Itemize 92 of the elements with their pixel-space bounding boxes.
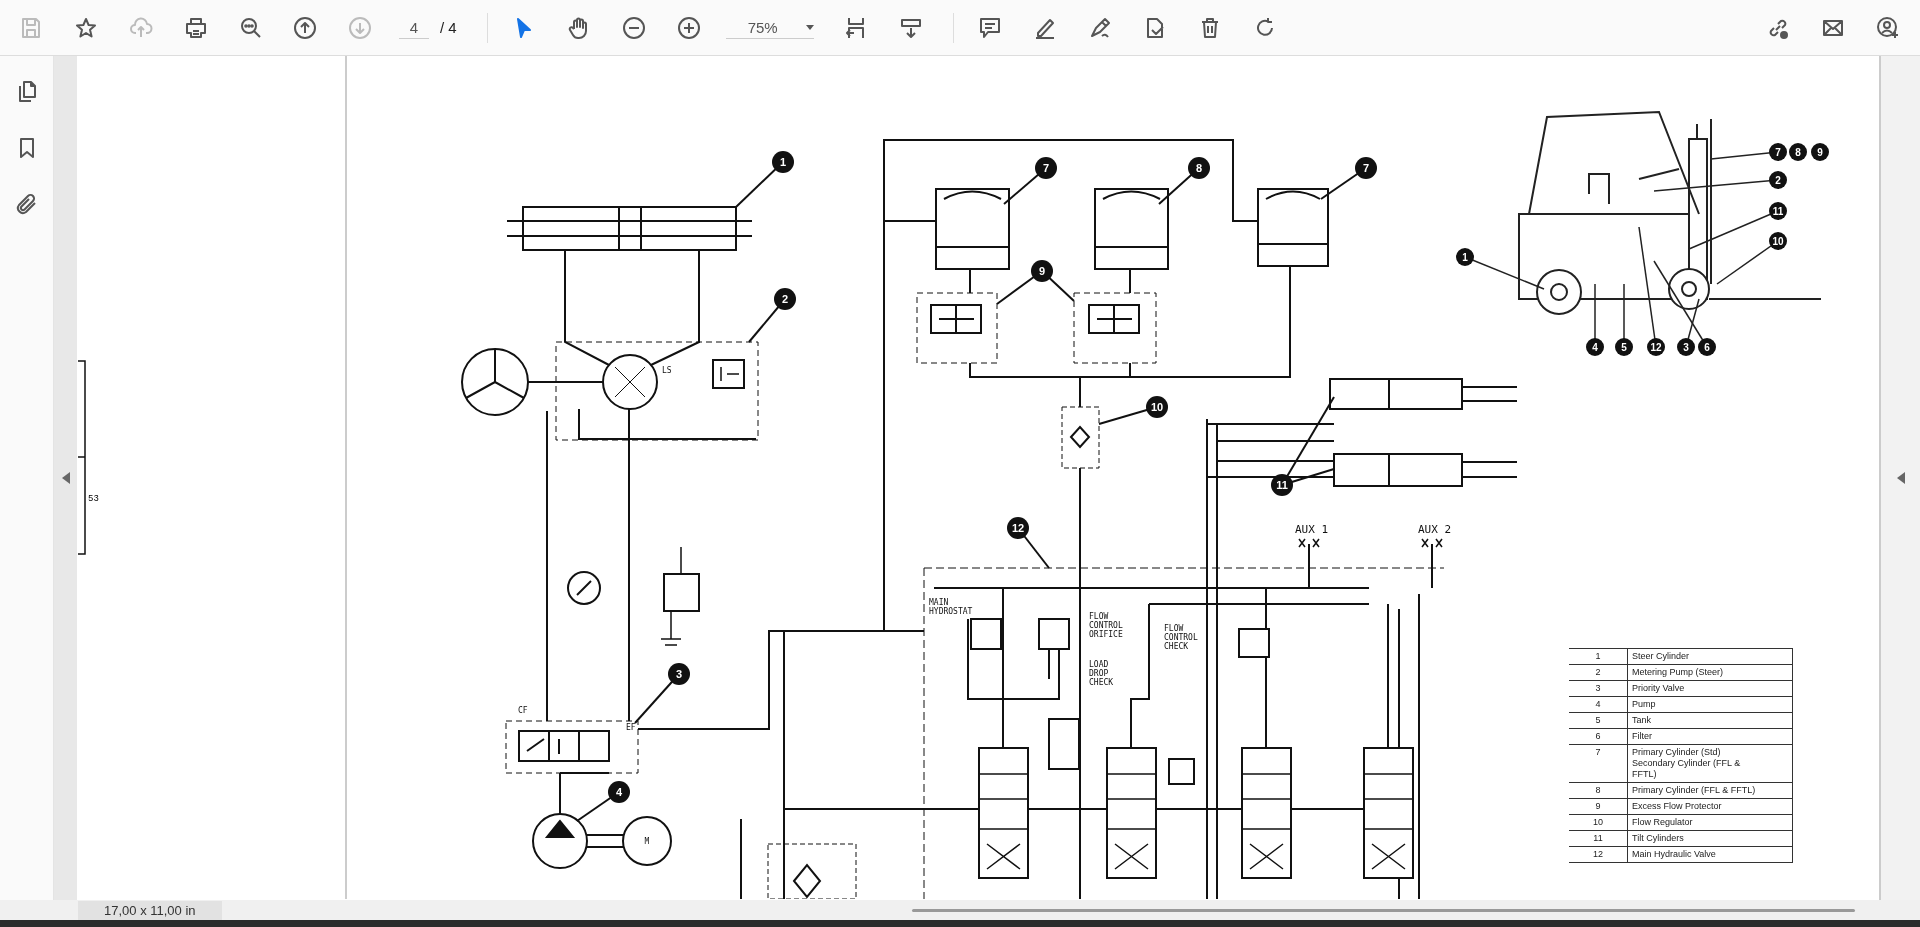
legend-number: 4 — [1569, 696, 1628, 713]
pressure-gauge-symbol — [567, 571, 601, 605]
legend-number: 11 — [1569, 830, 1628, 847]
printer-icon[interactable] — [184, 15, 208, 40]
add-user-icon[interactable] — [1876, 15, 1900, 40]
steering-wheel — [461, 348, 529, 416]
legend-number: 2 — [1569, 664, 1628, 681]
dashed-boundary — [1061, 406, 1100, 469]
callout-marker: 3 — [1677, 338, 1695, 356]
schematic-label: CF — [518, 706, 528, 715]
schematic-label: EF — [626, 723, 636, 732]
callout-marker: 12 — [1647, 338, 1665, 356]
zoom-out-icon[interactable] — [621, 15, 646, 40]
legend-description: Primary Cylinder (Std) Secondary Cylinder (FFL & FFTL) — [1627, 744, 1793, 783]
legend-number: 8 — [1569, 782, 1628, 799]
legend-description: Flow Regulator — [1627, 814, 1793, 831]
schematic-label: LS — [662, 366, 672, 375]
collapse-arrow-icon[interactable] — [61, 472, 70, 484]
valve-symbol — [1088, 304, 1140, 334]
valve-symbol — [1238, 628, 1270, 658]
schematic-label: AUX 1 — [1295, 523, 1329, 536]
caret-icon[interactable] — [805, 24, 814, 30]
page-number-field[interactable]: 4 — [399, 16, 429, 39]
pump-symbol — [532, 813, 588, 869]
up-arrow-circle-icon[interactable] — [293, 15, 317, 40]
schematic-label: FLOW CONTROL ORIFICE — [1089, 612, 1123, 639]
legend-description: Steer Cylinder — [1627, 648, 1793, 665]
callout-marker: 11 — [1271, 474, 1293, 496]
schematic-label: MAIN HYDROSTAT — [929, 598, 973, 616]
zoom-in-icon[interactable] — [676, 15, 701, 40]
valve-symbol — [930, 304, 982, 334]
callout-marker: 11 — [1769, 202, 1787, 220]
callout-marker: 5 — [1615, 338, 1633, 356]
comment-icon[interactable] — [977, 15, 1002, 40]
paperclip-icon[interactable] — [14, 192, 39, 216]
metering-pump-symbol — [602, 354, 658, 410]
callout-marker: 12 — [1007, 517, 1029, 539]
callout-marker: 9 — [1811, 143, 1829, 161]
port-marker — [1421, 538, 1443, 548]
callout-marker: 1 — [772, 151, 794, 173]
flow-regulator-symbol — [1069, 425, 1091, 449]
callout-marker: 1 — [1456, 248, 1474, 266]
callout-marker: 4 — [1586, 338, 1604, 356]
valve-symbol — [970, 618, 1002, 650]
callout-marker: 10 — [1769, 232, 1787, 250]
callout-marker: 10 — [1146, 396, 1168, 418]
vertical-scrollbar[interactable] — [1879, 56, 1920, 900]
legend-number: 9 — [1569, 798, 1628, 815]
star-icon[interactable] — [74, 15, 98, 40]
legend-number: 12 — [1569, 846, 1628, 863]
margin-page-number: 53 — [88, 494, 99, 504]
callout-marker: 2 — [1769, 171, 1787, 189]
callout-marker: 7 — [1035, 157, 1057, 179]
callout-marker: 3 — [668, 663, 690, 685]
callout-marker: 2 — [774, 288, 796, 310]
legend-description: Filter — [1627, 728, 1793, 745]
legend-description: Tank — [1627, 712, 1793, 729]
callout-marker: 7 — [1769, 143, 1787, 161]
callout-marker: 7 — [1355, 157, 1377, 179]
schematic-label: M — [644, 836, 650, 846]
valve-symbol — [1168, 758, 1195, 785]
legend-description: Pump — [1627, 696, 1793, 713]
legend-description: Tilt Cylinders — [1627, 830, 1793, 847]
legend-description: Metering Pump (Steer) — [1627, 664, 1793, 681]
page-total: / 4 — [440, 19, 457, 36]
schematic-label: AUX 2 — [1418, 523, 1452, 536]
zoom-dropdown[interactable]: 75% — [725, 16, 814, 39]
legend-number: 7 — [1569, 744, 1628, 783]
horizontal-scrollbar[interactable] — [912, 909, 1855, 912]
legend-number: 10 — [1569, 814, 1628, 831]
callout-marker: 8 — [1188, 157, 1210, 179]
legend-number: 3 — [1569, 680, 1628, 697]
schematic-label: LOAD DROP CHECK — [1089, 660, 1114, 687]
legend-description: Primary Cylinder (FFL & FFTL) — [1627, 782, 1793, 799]
zoom-search-icon[interactable] — [239, 15, 263, 40]
callout-marker: 9 — [1031, 260, 1053, 282]
legend-number: 5 — [1569, 712, 1628, 729]
schematic-label: FLOW CONTROL CHECK — [1164, 624, 1198, 651]
valve-symbol — [712, 359, 745, 389]
callout-marker: 6 — [1698, 338, 1716, 356]
valve-symbol — [1038, 618, 1070, 650]
legend-number: 6 — [1569, 728, 1628, 745]
legend-description: Main Hydraulic Valve — [1627, 846, 1793, 863]
legend-number: 1 — [1569, 648, 1628, 665]
callout-marker: 8 — [1789, 143, 1807, 161]
port-marker — [1298, 538, 1320, 548]
callout-marker: 4 — [608, 781, 630, 803]
page-size-label: 17,00 x 11,00 in — [78, 900, 222, 920]
legend-description: Excess Flow Protector — [1627, 798, 1793, 815]
valve-symbol — [1048, 718, 1080, 770]
legend-description: Priority Valve — [1627, 680, 1793, 697]
collapse-arrow-icon[interactable] — [1896, 472, 1905, 484]
